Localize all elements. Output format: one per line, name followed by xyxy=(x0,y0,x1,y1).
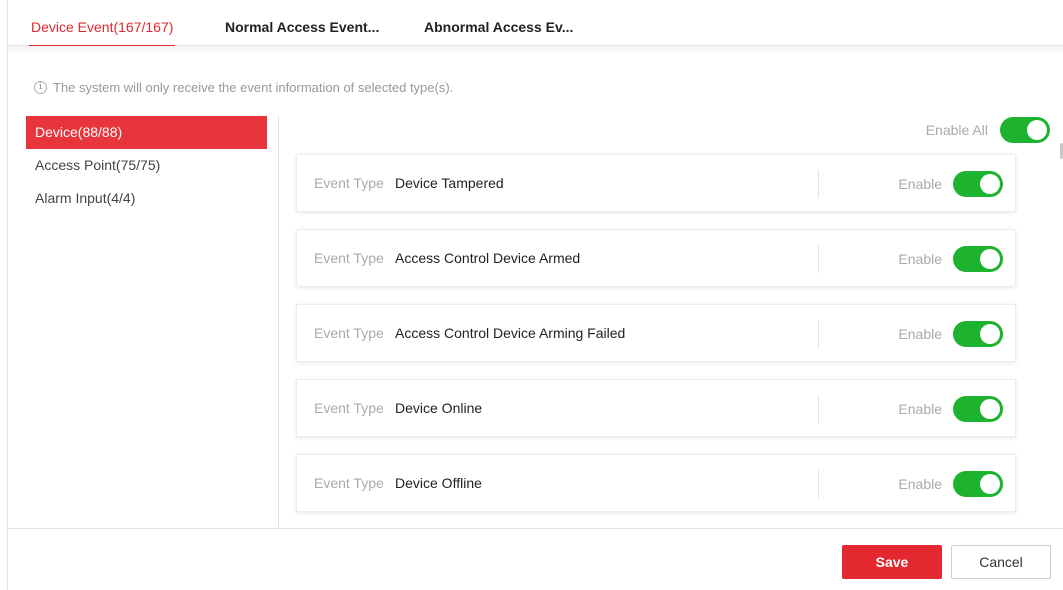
tab-abnormal-access-event[interactable]: Abnormal Access Ev... xyxy=(424,8,573,46)
card-divider xyxy=(818,320,819,348)
event-card-device-tampered: Event Type Device Tampered Enable xyxy=(296,154,1016,212)
event-type-value: Device Offline xyxy=(395,475,482,491)
toggle-knob xyxy=(980,174,1000,194)
enable-label: Enable xyxy=(898,401,942,417)
event-type-value: Access Control Device Arming Failed xyxy=(395,325,626,341)
save-button[interactable]: Save xyxy=(842,545,942,579)
event-type-label: Event Type xyxy=(314,400,384,416)
card-divider xyxy=(818,245,819,273)
event-card-device-offline: Event Type Device Offline Enable xyxy=(296,454,1016,512)
toggle-knob xyxy=(980,324,1000,344)
menu-item-alarm-input[interactable]: Alarm Input(4/4) xyxy=(26,182,267,215)
enable-toggle[interactable] xyxy=(953,171,1003,197)
event-type-value: Device Tampered xyxy=(395,175,504,191)
info-icon: i xyxy=(34,80,47,94)
event-type-label: Event Type xyxy=(314,325,384,341)
footer-divider xyxy=(8,528,1063,529)
card-divider xyxy=(818,170,819,198)
info-text: The system will only receive the event i… xyxy=(53,79,454,95)
event-config-panel: Device Event(167/167) Normal Access Even… xyxy=(0,0,1063,590)
enable-toggle[interactable] xyxy=(953,321,1003,347)
event-type-label: Event Type xyxy=(314,250,384,266)
panel-border xyxy=(7,0,8,590)
enable-label: Enable xyxy=(898,251,942,267)
tab-normal-access-event[interactable]: Normal Access Event... xyxy=(225,8,379,46)
enable-label: Enable xyxy=(898,326,942,342)
tab-bar: Device Event(167/167) Normal Access Even… xyxy=(8,8,1063,47)
event-type-value: Device Online xyxy=(395,400,483,416)
tab-bar-shadow xyxy=(8,46,1063,54)
toggle-knob xyxy=(980,249,1000,269)
card-divider xyxy=(818,470,819,498)
toggle-knob xyxy=(980,399,1000,419)
event-card-access-control-device-armed: Event Type Access Control Device Armed E… xyxy=(296,229,1016,287)
event-card-device-online: Event Type Device Online Enable xyxy=(296,379,1016,437)
event-card-arming-failed: Event Type Access Control Device Arming … xyxy=(296,304,1016,362)
enable-label: Enable xyxy=(898,476,942,492)
enable-toggle[interactable] xyxy=(953,246,1003,272)
enable-toggle[interactable] xyxy=(953,396,1003,422)
menu-item-access-point[interactable]: Access Point(75/75) xyxy=(26,149,267,182)
enable-all-toggle[interactable] xyxy=(1000,117,1050,143)
enable-toggle[interactable] xyxy=(953,471,1003,497)
card-divider xyxy=(818,395,819,423)
menu-item-device[interactable]: Device(88/88) xyxy=(26,116,267,149)
event-type-label: Event Type xyxy=(314,175,384,191)
info-message: i The system will only receive the event… xyxy=(34,78,453,96)
tab-device-event[interactable]: Device Event(167/167) xyxy=(28,8,176,47)
category-menu: Device(88/88) Access Point(75/75) Alarm … xyxy=(26,116,267,215)
toggle-knob xyxy=(980,474,1000,494)
enable-all-label: Enable All xyxy=(925,122,988,138)
menu-divider xyxy=(278,116,279,528)
event-list: Event Type Device Tampered Enable Event … xyxy=(296,154,1016,529)
event-type-value: Access Control Device Armed xyxy=(395,250,581,266)
cancel-button[interactable]: Cancel xyxy=(951,545,1051,579)
event-type-label: Event Type xyxy=(314,475,384,491)
toggle-knob xyxy=(1027,120,1047,140)
enable-all-control: Enable All xyxy=(926,117,1050,143)
enable-label: Enable xyxy=(898,176,942,192)
